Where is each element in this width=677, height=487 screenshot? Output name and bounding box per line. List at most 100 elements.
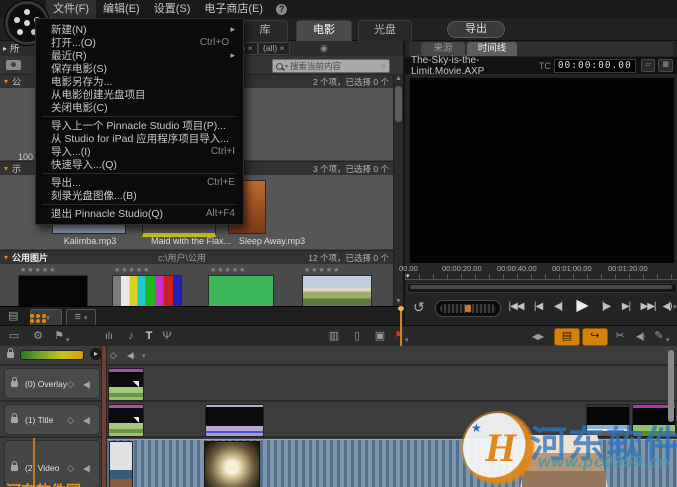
- scroll-up-icon[interactable]: ▲: [395, 75, 402, 82]
- red-marker-icon[interactable]: ⚑: [392, 329, 406, 344]
- photo-thumbnail-colorbars[interactable]: [112, 275, 182, 307]
- menu-item-quick-import[interactable]: 快速导入...(Q): [36, 158, 243, 171]
- collapse-icon[interactable]: ▾: [4, 77, 8, 86]
- razor-split-icon[interactable]: ✂: [612, 329, 628, 344]
- menu-store[interactable]: 电子商店(E): [197, 0, 270, 18]
- chevron-down-icon[interactable]: ▾: [46, 314, 50, 322]
- lock-icon[interactable]: [11, 413, 18, 423]
- video-clip-with-waveform[interactable]: [101, 435, 677, 487]
- scroll-down-icon[interactable]: ▼: [395, 298, 402, 305]
- audio-mixer-icon[interactable]: ılı: [100, 329, 118, 344]
- photo-thumbnail-landscape[interactable]: [302, 275, 372, 307]
- timeline-playhead[interactable]: [101, 346, 107, 487]
- scrubber-marker[interactable]: [398, 306, 404, 346]
- trash-icon[interactable]: ▯: [350, 329, 364, 344]
- menu-edit[interactable]: 编辑(E): [96, 0, 147, 18]
- edit-tool-icon[interactable]: ✎: [652, 329, 666, 344]
- speaker-mute-icon[interactable]: ◀): [83, 416, 91, 425]
- tree-collapse-arrow[interactable]: ▸: [3, 44, 7, 53]
- voiceover-mic-icon[interactable]: Ψ: [160, 329, 174, 344]
- track-size-icon[interactable]: ▭: [6, 329, 22, 344]
- lock-icon[interactable]: [11, 461, 18, 471]
- speaker-mute-icon[interactable]: ◀): [83, 380, 91, 389]
- track-header-title[interactable]: (1) Title ◇ ◀): [4, 404, 100, 435]
- section-header-photos[interactable]: ▾ 公用图片 c:\用户\公用 12 个项，已选择 0 个: [0, 250, 403, 265]
- timeline-ruler[interactable]: 00.00 00:00:20.00 00:00:40.00 00:01:00.0…: [399, 263, 677, 281]
- video-preview[interactable]: [409, 77, 675, 264]
- timeline-settings-gear-icon[interactable]: ⚙: [30, 329, 46, 344]
- export-button[interactable]: 导出: [447, 21, 505, 38]
- trim-mode-icon[interactable]: ◀▶: [528, 329, 548, 344]
- tab-library[interactable]: 库: [242, 20, 288, 41]
- music-item-name[interactable]: Kalimba.mp3: [40, 236, 140, 246]
- next-clip-button[interactable]: ▶|: [617, 298, 635, 316]
- jump-to-start-button[interactable]: |◀◀: [505, 298, 527, 316]
- snapshot-icon[interactable]: ▣: [372, 329, 388, 344]
- music-item-name[interactable]: Sleep Away.mp3: [222, 236, 322, 246]
- rating-stars[interactable]: ★★★★★: [114, 266, 150, 274]
- collapse-icon[interactable]: ▾: [4, 164, 8, 173]
- tab-disc[interactable]: 光盘: [358, 20, 412, 41]
- speaker-mute-icon[interactable]: ◀): [83, 464, 91, 473]
- timecode-display[interactable]: 00:00:00.00: [553, 58, 636, 73]
- menu-file[interactable]: 文件(F): [46, 0, 97, 18]
- ruler-playhead-caret[interactable]: ▾: [406, 272, 410, 280]
- eye-visibility-icon[interactable]: ◇: [110, 350, 117, 361]
- jog-shuttle-wheel[interactable]: [435, 300, 501, 317]
- search-input[interactable]: ▾ 搜索当前内容 ○: [272, 59, 390, 73]
- lock-icon[interactable]: [7, 348, 14, 358]
- audio-monitor-icon[interactable]: ◀): [632, 329, 648, 344]
- rating-stars[interactable]: ★★★★★: [304, 266, 340, 274]
- title-editor-icon[interactable]: T: [142, 329, 156, 344]
- list-view-button[interactable]: ≡ ▾: [66, 309, 96, 326]
- keyframe-note-icon[interactable]: ♪: [124, 329, 138, 344]
- photo-thumbnail-black[interactable]: [18, 275, 88, 307]
- jump-to-end-button[interactable]: ▶▶|: [637, 298, 659, 316]
- play-button[interactable]: ▶: [569, 294, 595, 318]
- send-to-timeline-button[interactable]: ↪: [582, 328, 608, 346]
- loop-playback-icon[interactable]: ↺: [413, 300, 425, 314]
- rating-stars[interactable]: ★★★★★: [20, 266, 56, 274]
- storyboard-toggle-button[interactable]: ▤: [554, 328, 580, 346]
- tab-movie[interactable]: 电影: [296, 20, 352, 41]
- marker-flag-icon[interactable]: ⚑: [52, 329, 66, 344]
- person-filter-icon[interactable]: ◉: [320, 43, 328, 54]
- menu-item-burn-disc-image[interactable]: 刻录光盘图像...(B): [36, 189, 243, 202]
- search-clear-icon[interactable]: ○: [381, 61, 386, 71]
- undock-preview-icon[interactable]: ▱: [640, 59, 656, 72]
- preview-horizontal-scrollbar[interactable]: [407, 283, 677, 293]
- filter-chip-2[interactable]: (all) ×: [258, 41, 290, 55]
- speaker-mute-icon[interactable]: ◀): [127, 351, 135, 360]
- chevron-down-icon[interactable]: ▾: [84, 314, 88, 322]
- menu-setup[interactable]: 设置(S): [147, 0, 198, 18]
- step-forward-button[interactable]: |▶: [597, 298, 615, 316]
- chevron-down-icon[interactable]: ▾: [142, 352, 146, 360]
- eye-visibility-icon[interactable]: ◇: [67, 379, 74, 390]
- eye-visibility-icon[interactable]: ◇: [67, 463, 74, 474]
- scrollbar-thumb[interactable]: [395, 86, 402, 122]
- info-view-icon[interactable]: ▤: [8, 311, 18, 322]
- title-clip[interactable]: [205, 404, 264, 437]
- grid-view-button[interactable]: ▾: [30, 309, 62, 326]
- track-header-overlay[interactable]: (0) Overlay ◇ ◀): [4, 368, 100, 399]
- eye-visibility-icon[interactable]: ◇: [67, 415, 74, 426]
- volume-caret-icon[interactable]: ▾: [673, 303, 677, 311]
- menu-item-close-movie[interactable]: 关闭电影(C): [36, 101, 243, 114]
- rating-stars[interactable]: ★★★★★: [210, 266, 246, 274]
- photo-thumbnail-green[interactable]: [208, 275, 274, 307]
- title-clip[interactable]: [108, 404, 144, 437]
- tracks-scrollbar-thumb[interactable]: [668, 350, 674, 422]
- step-back-button[interactable]: ◀|: [549, 298, 567, 316]
- help-icon[interactable]: ?: [276, 3, 288, 15]
- scrollbar-thumb[interactable]: [410, 285, 672, 289]
- title-clip[interactable]: [586, 404, 630, 437]
- menu-item-exit[interactable]: 退出 Pinnacle Studio(Q) Alt+F4: [36, 207, 243, 220]
- search-dropdown-caret[interactable]: ▾: [285, 63, 288, 70]
- collapse-icon[interactable]: ▾: [4, 253, 8, 262]
- camera-icon[interactable]: [6, 60, 21, 70]
- overlay-clip[interactable]: [108, 368, 144, 401]
- volume-icon[interactable]: ◀): [661, 298, 673, 316]
- fullscreen-preview-icon[interactable]: ▦: [658, 59, 673, 72]
- previous-clip-button[interactable]: |◀: [529, 298, 547, 316]
- lock-icon[interactable]: [11, 377, 18, 387]
